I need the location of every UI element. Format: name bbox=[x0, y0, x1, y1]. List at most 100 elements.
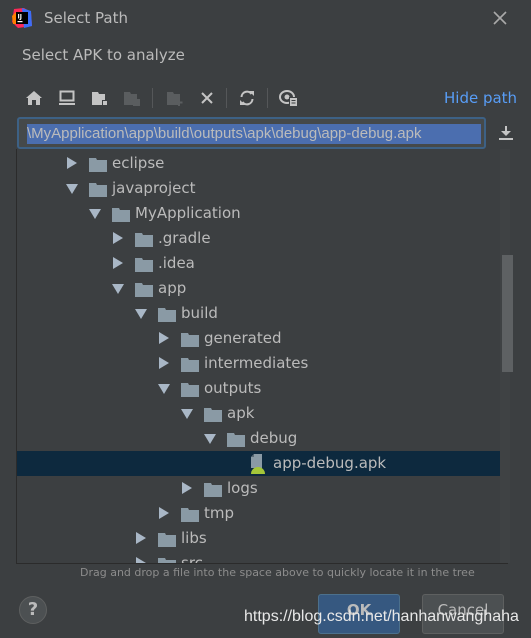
folder-icon bbox=[181, 382, 199, 397]
tree-item-label: logs bbox=[227, 479, 258, 497]
toolbar-separator bbox=[267, 88, 268, 108]
tree-item-label: build bbox=[181, 304, 218, 322]
tree-item-label: outputs bbox=[204, 379, 262, 397]
dialog-title: Select Path bbox=[44, 9, 128, 27]
folder-icon bbox=[89, 182, 107, 197]
tree-item-label: apk bbox=[227, 404, 255, 422]
expand-arrow-icon[interactable] bbox=[113, 232, 123, 244]
show-hidden-button[interactable] bbox=[277, 85, 301, 111]
folder-icon bbox=[158, 557, 176, 563]
download-icon[interactable] bbox=[497, 124, 515, 142]
tree-item[interactable]: app-debug.apk bbox=[17, 451, 507, 476]
tree-item[interactable]: generated bbox=[17, 326, 487, 351]
tree-item-label: .gradle bbox=[158, 229, 211, 247]
toolbar-separator bbox=[226, 88, 227, 108]
folder-icon bbox=[158, 307, 176, 322]
tree-item-label: libs bbox=[181, 529, 207, 547]
collapse-arrow-icon[interactable] bbox=[181, 409, 193, 419]
folder-icon bbox=[204, 407, 222, 422]
path-field-container bbox=[17, 117, 486, 149]
tree-item[interactable]: .idea bbox=[17, 251, 487, 276]
title-bar: IJ Select Path bbox=[0, 0, 531, 38]
expand-arrow-icon[interactable] bbox=[159, 357, 169, 369]
expand-arrow-icon[interactable] bbox=[136, 557, 146, 563]
delete-icon bbox=[201, 92, 213, 104]
folder-icon bbox=[181, 332, 199, 347]
tree-item[interactable]: eclipse bbox=[17, 151, 487, 176]
expand-arrow-icon[interactable] bbox=[136, 532, 146, 544]
delete-button[interactable] bbox=[195, 85, 219, 111]
tree-item-label: MyApplication bbox=[135, 204, 241, 222]
tree-item[interactable]: javaproject bbox=[17, 176, 487, 201]
module-directory-button bbox=[120, 85, 144, 111]
refresh-icon bbox=[240, 90, 254, 106]
hide-path-link[interactable]: Hide path bbox=[444, 89, 517, 107]
tree-item[interactable]: .gradle bbox=[17, 226, 487, 251]
collapse-arrow-icon[interactable] bbox=[89, 209, 101, 219]
tree-item[interactable]: apk bbox=[17, 401, 487, 426]
tree-item[interactable]: outputs bbox=[17, 376, 487, 401]
collapse-arrow-icon[interactable] bbox=[135, 309, 147, 319]
home-button[interactable] bbox=[22, 85, 46, 111]
expand-arrow-icon[interactable] bbox=[182, 482, 192, 494]
folder-icon bbox=[112, 207, 130, 222]
tree-item[interactable]: build bbox=[17, 301, 487, 326]
collapse-arrow-icon[interactable] bbox=[66, 184, 78, 194]
new-folder-icon bbox=[167, 92, 183, 106]
tree-item-label: intermediates bbox=[204, 354, 309, 372]
folder-module-icon bbox=[124, 92, 140, 106]
tree-item-label: app-debug.apk bbox=[273, 454, 387, 472]
intellij-idea-icon: IJ bbox=[12, 8, 32, 28]
drag-drop-hint: Drag and drop a file into the space abov… bbox=[80, 566, 475, 579]
folder-icon bbox=[158, 532, 176, 547]
tree-item[interactable]: debug bbox=[17, 426, 487, 451]
collapse-arrow-icon[interactable] bbox=[204, 434, 216, 444]
folder-icon bbox=[89, 157, 107, 172]
desktop-button[interactable] bbox=[55, 85, 79, 111]
folder-icon bbox=[181, 507, 199, 522]
watermark: https://blog.csdn.net/hanhanwanghaha bbox=[244, 608, 519, 625]
tree-item[interactable]: libs bbox=[17, 526, 487, 551]
home-icon bbox=[26, 91, 42, 105]
tree-item-label: debug bbox=[250, 429, 298, 447]
desktop-icon bbox=[59, 90, 75, 105]
tree-item[interactable]: intermediates bbox=[17, 351, 487, 376]
folder-icon bbox=[181, 357, 199, 372]
tree-item[interactable]: MyApplication bbox=[17, 201, 487, 226]
toolbar-separator bbox=[152, 88, 153, 108]
help-button[interactable]: ? bbox=[19, 596, 47, 624]
expand-arrow-icon[interactable] bbox=[159, 332, 169, 344]
path-input[interactable] bbox=[27, 124, 481, 144]
tree-item-label: src bbox=[181, 554, 203, 564]
show-hidden-icon bbox=[279, 90, 298, 107]
folder-icon bbox=[227, 432, 245, 447]
tree-item[interactable]: src bbox=[17, 551, 487, 564]
project-directory-button[interactable] bbox=[88, 85, 112, 111]
dialog-description: Select APK to analyze bbox=[22, 46, 185, 64]
tree-scrollbar-thumb[interactable] bbox=[502, 255, 513, 372]
folder-project-icon bbox=[92, 92, 108, 106]
close-icon[interactable] bbox=[490, 8, 510, 28]
tree-item-label: app bbox=[158, 279, 187, 297]
tree-item-label: javaproject bbox=[112, 179, 196, 197]
tree-item[interactable]: logs bbox=[17, 476, 487, 501]
collapse-arrow-icon[interactable] bbox=[158, 384, 170, 394]
expand-arrow-icon[interactable] bbox=[159, 507, 169, 519]
tree-item[interactable]: app bbox=[17, 276, 487, 301]
expand-arrow-icon[interactable] bbox=[113, 257, 123, 269]
folder-icon bbox=[135, 232, 153, 247]
tree-item-label: generated bbox=[204, 329, 282, 347]
tree-item-label: eclipse bbox=[112, 154, 165, 172]
folder-icon bbox=[204, 482, 222, 497]
tree-item-label: .idea bbox=[158, 254, 195, 272]
refresh-button[interactable] bbox=[235, 85, 259, 111]
apk-file-icon bbox=[250, 454, 268, 474]
folder-icon bbox=[135, 282, 153, 297]
folder-icon bbox=[135, 257, 153, 272]
svg-text:IJ: IJ bbox=[18, 14, 22, 21]
collapse-arrow-icon[interactable] bbox=[112, 284, 124, 294]
file-tree[interactable]: eclipse javaproject MyApplication .gradle .i… bbox=[16, 149, 508, 564]
expand-arrow-icon[interactable] bbox=[67, 157, 77, 169]
new-folder-button bbox=[163, 85, 187, 111]
tree-item[interactable]: tmp bbox=[17, 501, 487, 526]
